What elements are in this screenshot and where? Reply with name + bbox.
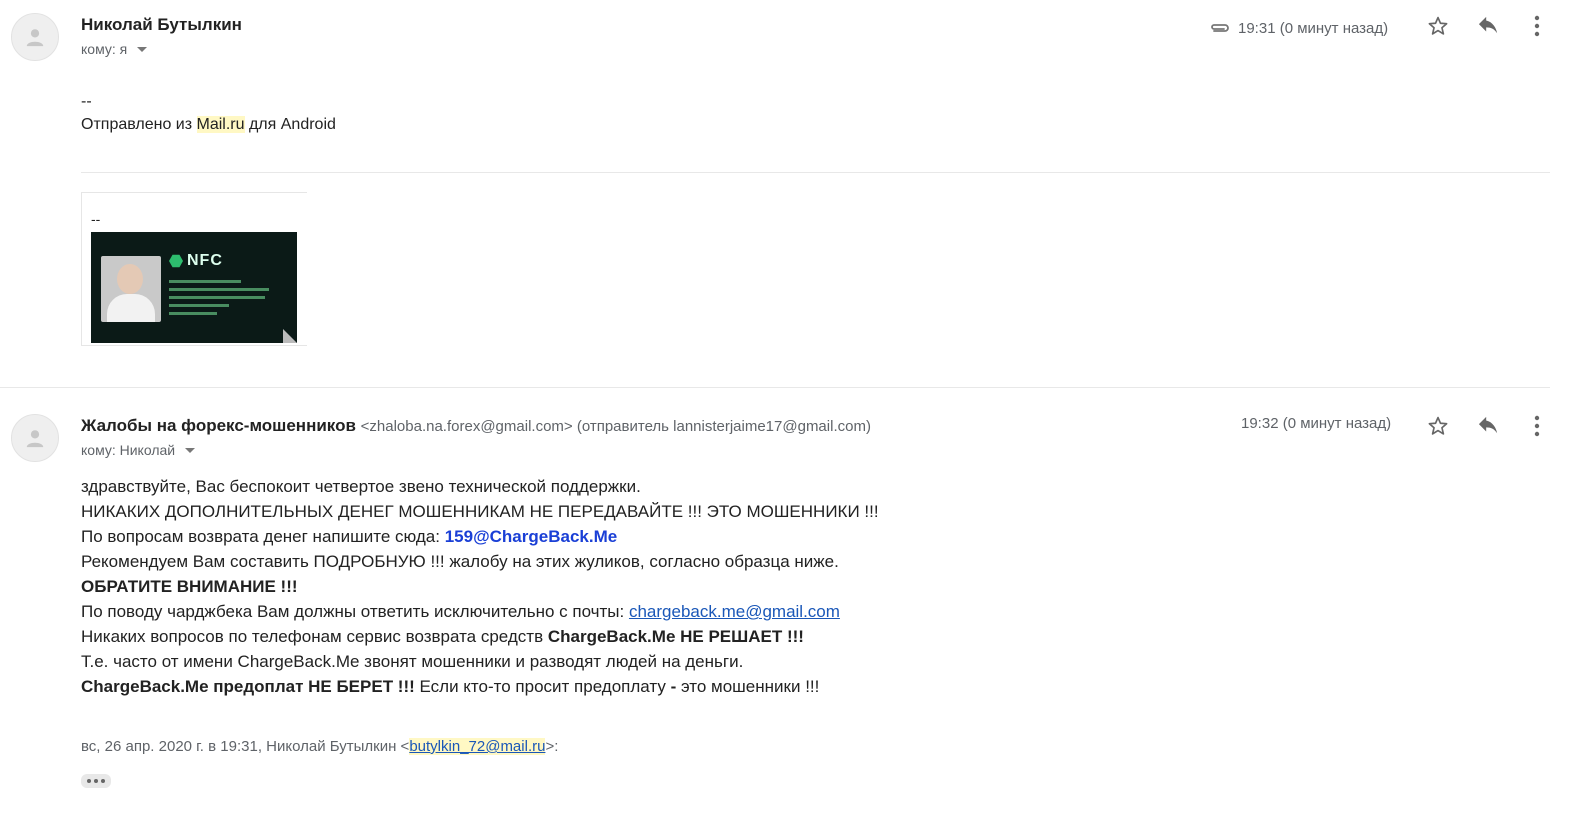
person-icon [26, 430, 44, 448]
reply-button[interactable] [1474, 412, 1502, 440]
sender-avatar[interactable] [11, 13, 59, 61]
body-line: По поводу чарджбека Вам должны ответить … [81, 602, 840, 621]
recipients-label: кому: Николай [81, 442, 176, 458]
star-button[interactable] [1424, 12, 1452, 40]
business-card-image[interactable]: NFC [91, 232, 297, 343]
reply-icon [1478, 416, 1498, 434]
recipients-toggle[interactable]: кому: я [81, 41, 148, 57]
more-vert-icon [1534, 15, 1540, 37]
more-options-button[interactable] [1523, 412, 1551, 440]
more-vert-icon [1534, 415, 1540, 437]
sender-name[interactable]: Жалобы на форекс-мошенников [81, 416, 356, 435]
nfc-logo: NFC [169, 252, 223, 270]
reply-button[interactable] [1474, 12, 1502, 40]
attachment-icon [1208, 14, 1232, 42]
star-icon [1428, 416, 1448, 435]
recipients-label: кому: я [81, 41, 128, 57]
body-line: Т.е. часто от имени ChargeBack.Me звонят… [81, 652, 744, 671]
mail-ru-highlight: Mail.ru [196, 116, 245, 133]
sender-name[interactable]: Николай Бутылкин [81, 15, 242, 35]
page-fold [283, 329, 297, 343]
message-time: 19:31 (0 минут назад) [1238, 19, 1389, 37]
chevron-down-icon [137, 46, 148, 52]
person-icon [26, 29, 44, 47]
star-button[interactable] [1424, 412, 1452, 440]
message-body: здравствуйте, Вас беспокоит четвертое зв… [81, 474, 1281, 699]
body-line: Никаких вопросов по телефонам сервис воз… [81, 627, 804, 646]
more-options-button[interactable] [1523, 12, 1551, 40]
quote-dash: -- [91, 211, 101, 227]
chevron-down-icon [185, 447, 196, 453]
sender-avatar[interactable] [11, 414, 59, 462]
quote-divider [81, 172, 1550, 173]
recipients-toggle[interactable]: кому: Николай [81, 442, 196, 458]
signature-line: Отправлено из Mail.ru для Android [81, 116, 336, 133]
chargeback-email-link[interactable]: chargeback.me@gmail.com [629, 602, 840, 621]
body-line: По вопросам возврата денег напишите сюда… [81, 527, 618, 546]
message-meta: 19:31 (0 минут назад) [1208, 14, 1388, 42]
hexagon-icon [169, 254, 183, 268]
sender-line: Жалобы на форекс-мошенников <zhaloba.na.… [81, 416, 871, 436]
body-line: НИКАКИХ ДОПОЛНИТЕЛЬНЫХ ДЕНЕГ МОШЕННИКАМ … [81, 502, 879, 521]
sender-email: <zhaloba.na.forex@gmail.com> (отправител… [360, 418, 871, 435]
contact-email[interactable]: 159@ChargeBack.Me [445, 527, 618, 546]
star-icon [1428, 16, 1448, 35]
portrait-photo [101, 256, 161, 322]
message-time: 19:32 (0 минут назад) [1241, 415, 1392, 432]
signature-dash: -- [81, 93, 92, 110]
quoted-content-card[interactable]: -- NFC [81, 192, 307, 346]
message-divider [0, 387, 1550, 388]
body-line: ОБРАТИТЕ ВНИМАНИЕ !!! [81, 577, 298, 596]
body-line: ChargeBack.Me предоплат НЕ БЕРЕТ !!! Есл… [81, 677, 820, 696]
body-line: Рекомендуем Вам составить ПОДРОБНУЮ !!! … [81, 552, 839, 571]
show-trimmed-content-button[interactable] [81, 774, 111, 788]
quote-header: вс, 26 апр. 2020 г. в 19:31, Николай Бут… [81, 738, 559, 755]
reply-icon [1478, 16, 1498, 34]
body-line: здравствуйте, Вас беспокоит четвертое зв… [81, 477, 641, 496]
quoted-sender-email[interactable]: butylkin_72@mail.ru [409, 738, 546, 755]
